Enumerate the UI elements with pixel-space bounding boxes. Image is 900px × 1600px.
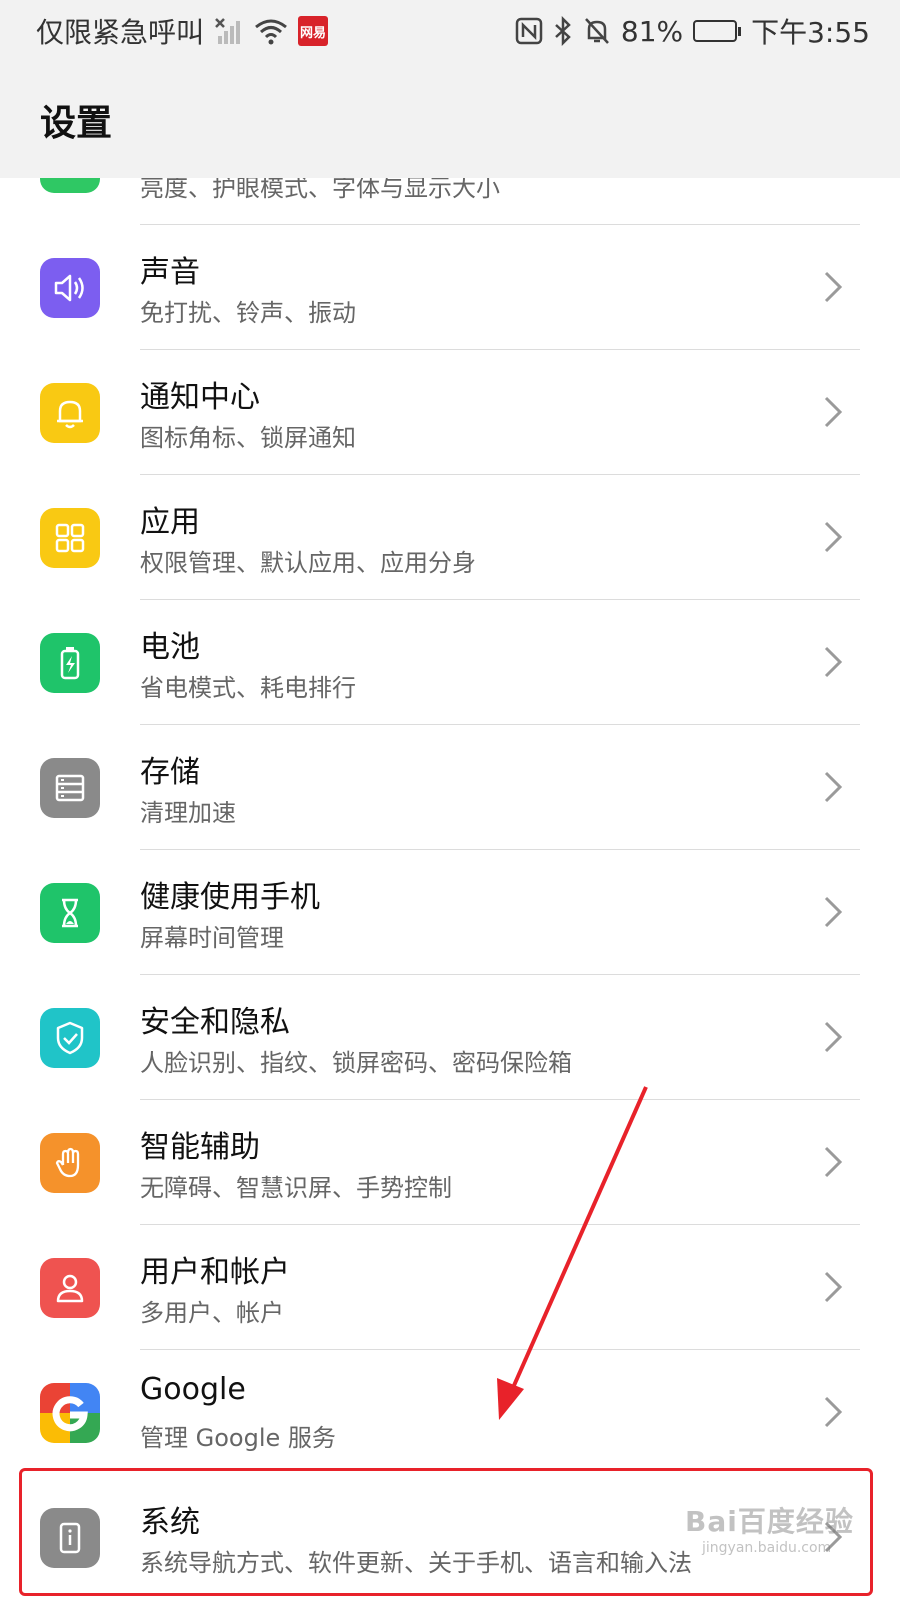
settings-item-security[interactable]: 安全和隐私 人脸识别、指纹、锁屏密码、密码保险箱 <box>0 975 900 1100</box>
settings-list: 亮度、护眼模式、字体与显示大小 声音 免打扰、铃声、振动 通知中心 图标角标、锁… <box>0 100 900 1600</box>
battery-icon <box>693 20 742 42</box>
settings-item-title: 安全和隐私 <box>140 1005 290 1040</box>
settings-item-subtitle: 省电模式、耗电排行 <box>140 674 356 702</box>
chevron-right-icon <box>824 1396 843 1428</box>
settings-item-title: Google <box>140 1372 246 1407</box>
clock: 下午3:55 <box>751 16 870 49</box>
settings-item-subtitle: 屏幕时间管理 <box>140 924 284 952</box>
watermark-url: jingyan.baidu.com <box>702 1540 832 1556</box>
hand-icon <box>40 1133 100 1193</box>
settings-item-title: 电池 <box>140 630 200 665</box>
settings-item-subtitle: 权限管理、默认应用、应用分身 <box>140 549 476 577</box>
watermark: Bai百度经验 <box>685 1505 854 1538</box>
settings-item-smart-assistance[interactable]: 智能辅助 无障碍、智慧识屏、手势控制 <box>0 1100 900 1225</box>
apps-grid-icon <box>40 508 100 568</box>
battery-percent: 81% <box>620 14 684 48</box>
storage-icon <box>40 758 100 818</box>
settings-item-sound[interactable]: 声音 免打扰、铃声、振动 <box>0 225 900 350</box>
shield-icon <box>40 1008 100 1068</box>
app-header: 设置 <box>0 62 900 178</box>
chevron-right-icon <box>824 896 843 928</box>
settings-item-digital-balance[interactable]: 健康使用手机 屏幕时间管理 <box>0 850 900 975</box>
bluetooth-icon <box>555 16 571 46</box>
chevron-right-icon <box>824 1146 843 1178</box>
settings-item-subtitle: 图标角标、锁屏通知 <box>140 424 356 452</box>
chevron-right-icon <box>824 1271 843 1303</box>
settings-item-notifications[interactable]: 通知中心 图标角标、锁屏通知 <box>0 350 900 475</box>
settings-item-subtitle: 无障碍、智慧识屏、手势控制 <box>140 1174 452 1202</box>
settings-item-subtitle: 管理 Google 服务 <box>140 1424 336 1452</box>
netease-news-icon: 网易 <box>298 16 329 46</box>
chevron-right-icon <box>824 1021 843 1053</box>
speaker-icon <box>40 258 100 318</box>
carrier-text: 仅限紧急呼叫 <box>36 16 205 49</box>
settings-item-subtitle: 清理加速 <box>140 799 236 827</box>
chevron-right-icon <box>824 771 843 803</box>
settings-item-subtitle: 免打扰、铃声、振动 <box>140 299 356 327</box>
wifi-icon <box>255 19 287 45</box>
settings-item-subtitle: 多用户、帐户 <box>140 1299 284 1327</box>
chevron-right-icon <box>824 396 843 428</box>
settings-item-title: 健康使用手机 <box>140 880 320 915</box>
settings-item-title: 用户和帐户 <box>140 1255 290 1290</box>
settings-item-title: 声音 <box>140 255 200 290</box>
bell-icon <box>40 383 100 443</box>
chevron-right-icon <box>824 646 843 678</box>
settings-item-apps[interactable]: 应用 权限管理、默认应用、应用分身 <box>0 475 900 600</box>
settings-item-title: 应用 <box>140 505 200 540</box>
user-icon <box>40 1258 100 1318</box>
settings-item-title: 智能辅助 <box>140 1130 260 1165</box>
status-bar: 仅限紧急呼叫 网易 81% 下午3:55 <box>0 0 900 62</box>
page-title: 设置 <box>40 103 113 144</box>
google-icon <box>40 1383 100 1443</box>
settings-item-battery[interactable]: 电池 省电模式、耗电排行 <box>0 600 900 725</box>
chevron-right-icon <box>824 521 843 553</box>
settings-item-users-accounts[interactable]: 用户和帐户 多用户、帐户 <box>0 1225 900 1350</box>
settings-item-title: 通知中心 <box>140 380 260 415</box>
settings-item-storage[interactable]: 存储 清理加速 <box>0 725 900 850</box>
settings-item-google[interactable]: Google 管理 Google 服务 <box>0 1350 900 1475</box>
battery-charging-icon <box>40 633 100 693</box>
chevron-right-icon <box>824 271 843 303</box>
settings-item-title: 存储 <box>140 755 200 790</box>
mute-icon <box>584 18 609 44</box>
hourglass-icon <box>40 883 100 943</box>
nfc-icon <box>515 17 543 45</box>
no-signal-icon <box>215 18 241 44</box>
settings-item-subtitle: 人脸识别、指纹、锁屏密码、密码保险箱 <box>140 1049 572 1077</box>
